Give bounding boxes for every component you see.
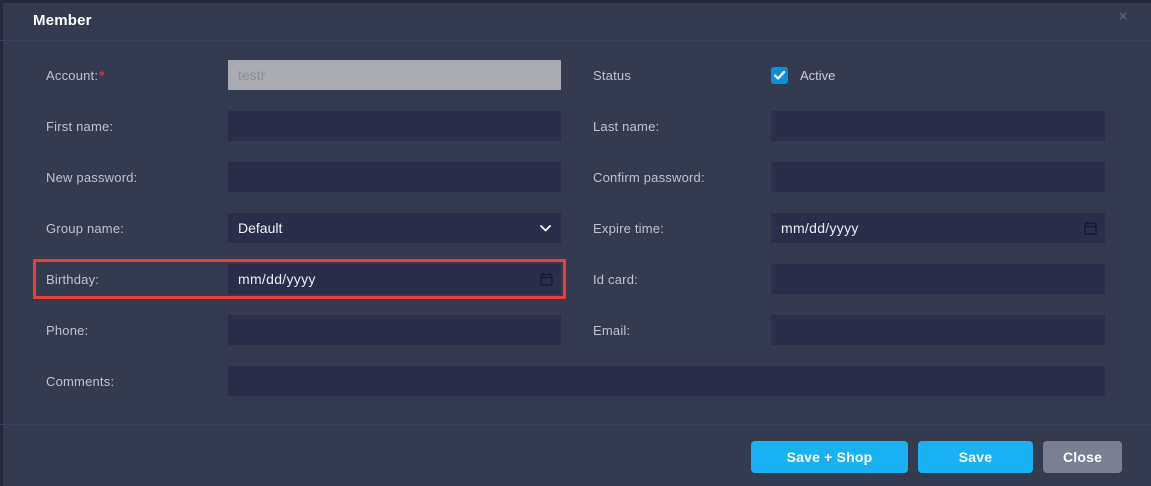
first-name-label: First name: (46, 119, 228, 134)
account-label: Account:* (46, 68, 228, 83)
new-password-input[interactable] (228, 162, 561, 192)
last-name-input[interactable] (771, 111, 1105, 141)
comments-input[interactable] (228, 366, 1105, 396)
email-input[interactable] (771, 315, 1105, 345)
id-card-input[interactable] (771, 264, 1105, 294)
close-button[interactable]: Close (1043, 441, 1122, 473)
group-name-label: Group name: (46, 221, 228, 236)
form-row-birthday-idcard: Birthday: mm/dd/yyyy Id card: (46, 264, 1105, 294)
birthday-placeholder: mm/dd/yyyy (238, 271, 316, 287)
form-row-names: First name: Last name: (46, 111, 1105, 141)
confirm-password-label: Confirm password: (593, 170, 771, 185)
phone-label: Phone: (46, 323, 228, 338)
calendar-icon[interactable] (1084, 221, 1097, 235)
active-checkbox-label: Active (800, 68, 835, 83)
group-name-selected-value: Default (238, 220, 282, 236)
group-name-select[interactable]: Default (228, 213, 561, 243)
expire-time-date-input[interactable]: mm/dd/yyyy (771, 213, 1105, 243)
status-label: Status (593, 68, 771, 83)
form-row-passwords: New password: Confirm password: (46, 162, 1105, 192)
expire-time-label: Expire time: (593, 221, 771, 236)
close-icon[interactable]: × (1113, 6, 1133, 26)
id-card-label: Id card: (593, 272, 771, 287)
last-name-label: Last name: (593, 119, 771, 134)
form-row-comments: Comments: (46, 366, 1105, 396)
dialog-header: Member × (0, 0, 1151, 41)
birthday-date-input[interactable]: mm/dd/yyyy (228, 264, 561, 294)
new-password-label: New password: (46, 170, 228, 185)
required-asterisk: * (99, 68, 104, 83)
active-checkbox[interactable] (771, 67, 788, 84)
chevron-down-icon (540, 225, 551, 232)
calendar-icon[interactable] (540, 272, 553, 286)
expire-time-placeholder: mm/dd/yyyy (781, 220, 859, 236)
confirm-password-input[interactable] (771, 162, 1105, 192)
form-row-account-status: Account:* Status Active (46, 60, 1105, 90)
birthday-label: Birthday: (46, 272, 228, 287)
birthday-highlight-group: Birthday: mm/dd/yyyy (46, 264, 561, 294)
save-shop-button[interactable]: Save + Shop (751, 441, 908, 473)
checkmark-icon (774, 71, 785, 80)
dialog-footer: Save + Shop Save Close (0, 424, 1151, 486)
email-label: Email: (593, 323, 771, 338)
comments-label: Comments: (46, 374, 228, 389)
phone-input[interactable] (228, 315, 561, 345)
form-row-phone-email: Phone: Email: (46, 315, 1105, 345)
save-button[interactable]: Save (918, 441, 1033, 473)
member-dialog: Member × Account:* Status Active F (0, 0, 1151, 486)
dialog-body: Account:* Status Active First name: Last… (0, 41, 1151, 396)
account-input[interactable] (228, 60, 561, 90)
first-name-input[interactable] (228, 111, 561, 141)
dialog-title: Member (33, 12, 92, 29)
form-row-group-expire: Group name: Default Expire time: mm/dd/y… (46, 213, 1105, 243)
